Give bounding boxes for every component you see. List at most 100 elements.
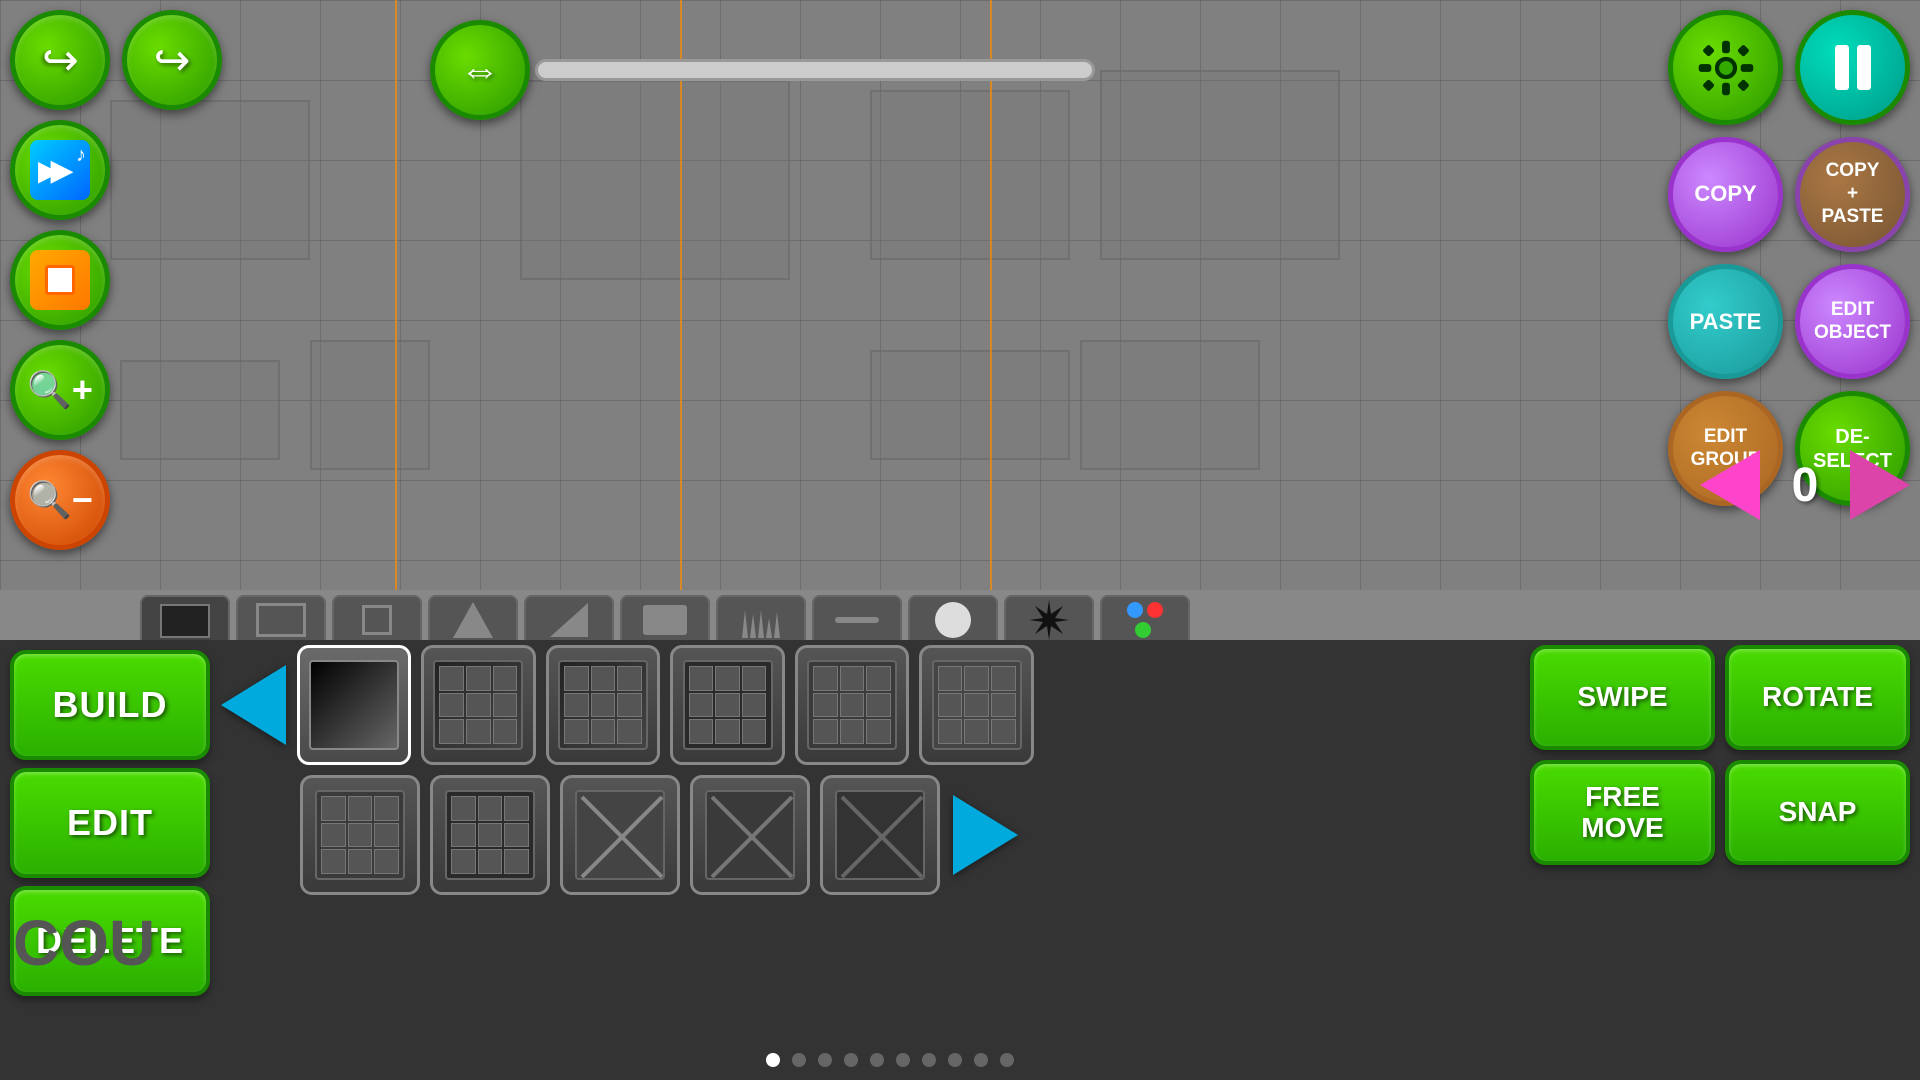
- dot-7[interactable]: [922, 1053, 936, 1067]
- zoom-out-icon: 🔍−: [27, 479, 93, 521]
- copy-button[interactable]: COPY: [1668, 137, 1783, 252]
- build-button[interactable]: BUILD: [10, 650, 210, 760]
- tab-small[interactable]: [332, 595, 422, 645]
- obj-cell-7[interactable]: [300, 775, 420, 895]
- tab-triangle[interactable]: [428, 595, 518, 645]
- obj-cell-1[interactable]: [297, 645, 412, 765]
- deco-rect-1: [110, 100, 310, 260]
- dot-2[interactable]: [792, 1053, 806, 1067]
- obj-cell-7-icon: [315, 790, 405, 880]
- tab-bar: [140, 590, 1240, 645]
- tab-color[interactable]: [1100, 595, 1190, 645]
- tab-color-icon: [1125, 600, 1165, 640]
- tab-burst[interactable]: [1004, 595, 1094, 645]
- dot-4[interactable]: [844, 1053, 858, 1067]
- deco-rect-4: [1100, 70, 1340, 260]
- obj-cell-1-icon: [309, 660, 399, 750]
- page-next-icon: [1850, 450, 1910, 520]
- rotate-label: ROTATE: [1762, 682, 1873, 713]
- page-prev-button[interactable]: [1700, 450, 1760, 520]
- obj-cell-11-icon: [835, 790, 925, 880]
- tab-dash-icon: [835, 617, 879, 623]
- zoom-in-button[interactable]: 🔍+: [10, 340, 110, 440]
- settings-button[interactable]: [1668, 10, 1783, 125]
- tab-outlined-icon: [256, 603, 306, 637]
- tab-circle-icon: [935, 602, 971, 638]
- page-number: 0: [1775, 458, 1835, 513]
- object-grid: [220, 645, 1120, 1075]
- rotate-button[interactable]: ROTATE: [1725, 645, 1910, 750]
- obj-cell-11[interactable]: [820, 775, 940, 895]
- obj-prev-button[interactable]: [220, 670, 287, 740]
- obj-cell-9[interactable]: [560, 775, 680, 895]
- left-col: ▶ ♪ 🔍+ 🔍−: [10, 120, 110, 550]
- tab-blocks-icon: [160, 604, 210, 638]
- obj-cell-3[interactable]: [546, 645, 661, 765]
- pause-bar-1: [1835, 45, 1849, 90]
- stop-icon: [30, 250, 90, 310]
- tab-spikes[interactable]: [716, 595, 806, 645]
- tab-circle[interactable]: [908, 595, 998, 645]
- scroll-track[interactable]: [535, 59, 1095, 81]
- pause-bar-2: [1857, 45, 1871, 90]
- scroll-arrows-icon: ⇔: [460, 48, 500, 93]
- obj-cell-8-icon: [445, 790, 535, 880]
- top-controls-row: ↩ ↪: [10, 10, 222, 110]
- music-icon: ▶ ♪: [30, 140, 90, 200]
- obj-cell-5[interactable]: [795, 645, 910, 765]
- dot-1[interactable]: [766, 1053, 780, 1067]
- tab-burst-icon: [1029, 600, 1069, 640]
- bottom-panel: BUILD EDIT DELETE: [0, 590, 1920, 1080]
- music-button[interactable]: ▶ ♪: [10, 120, 110, 220]
- tab-dash[interactable]: [812, 595, 902, 645]
- obj-cell-5-icon: [807, 660, 897, 750]
- obj-cell-9-icon: [575, 790, 665, 880]
- object-row-2: [220, 775, 1120, 895]
- dot-5[interactable]: [870, 1053, 884, 1067]
- obj-cell-3-icon: [558, 660, 648, 750]
- scroll-bar-area: ⇔: [430, 20, 1095, 120]
- tab-blocks[interactable]: [140, 595, 230, 645]
- obj-cell-8[interactable]: [430, 775, 550, 895]
- obj-cell-2-icon: [433, 660, 523, 750]
- orange-line-1: [395, 0, 397, 590]
- build-label: BUILD: [53, 684, 168, 726]
- play-icon: ▶: [50, 153, 73, 188]
- redo-button[interactable]: ↪: [122, 10, 222, 110]
- stop-button[interactable]: [10, 230, 110, 330]
- copy-label: COPY: [1694, 181, 1756, 207]
- dot-6[interactable]: [896, 1053, 910, 1067]
- dot-9[interactable]: [974, 1053, 988, 1067]
- snap-button[interactable]: SNAP: [1725, 760, 1910, 865]
- scroll-button[interactable]: ⇔: [430, 20, 530, 120]
- page-next-button[interactable]: [1850, 450, 1910, 520]
- dot-3[interactable]: [818, 1053, 832, 1067]
- edit-button[interactable]: EDIT: [10, 768, 210, 878]
- pause-icon: [1835, 45, 1871, 90]
- top-right-controls: COPY COPY+PASTE PASTE EDITOBJECT EDITGRO…: [1668, 10, 1910, 506]
- edit-object-button[interactable]: EDITOBJECT: [1795, 264, 1910, 379]
- undo-button[interactable]: ↩: [10, 10, 110, 110]
- dot-8[interactable]: [948, 1053, 962, 1067]
- zoom-out-button[interactable]: 🔍−: [10, 450, 110, 550]
- object-row-1: [220, 645, 1120, 765]
- tab-item-type[interactable]: [620, 595, 710, 645]
- obj-cell-2[interactable]: [421, 645, 536, 765]
- pause-button[interactable]: [1795, 10, 1910, 125]
- obj-cell-10[interactable]: [690, 775, 810, 895]
- deco-rect-5: [120, 360, 280, 460]
- obj-next-button[interactable]: [950, 800, 1020, 870]
- tab-slope[interactable]: [524, 595, 614, 645]
- dot-10[interactable]: [1000, 1053, 1014, 1067]
- swipe-button[interactable]: SWIPE: [1530, 645, 1715, 750]
- obj-cell-4[interactable]: [670, 645, 785, 765]
- obj-cell-6[interactable]: [919, 645, 1034, 765]
- copy-paste-button[interactable]: COPY+PASTE: [1795, 137, 1910, 252]
- obj-cell-6-icon: [932, 660, 1022, 750]
- tab-item-icon: [643, 605, 687, 635]
- paste-button[interactable]: PASTE: [1668, 264, 1783, 379]
- tab-outlined[interactable]: [236, 595, 326, 645]
- free-move-button[interactable]: FREEMOVE: [1530, 760, 1715, 865]
- redo-icon: ↪: [154, 35, 191, 86]
- snap-label: SNAP: [1779, 797, 1857, 828]
